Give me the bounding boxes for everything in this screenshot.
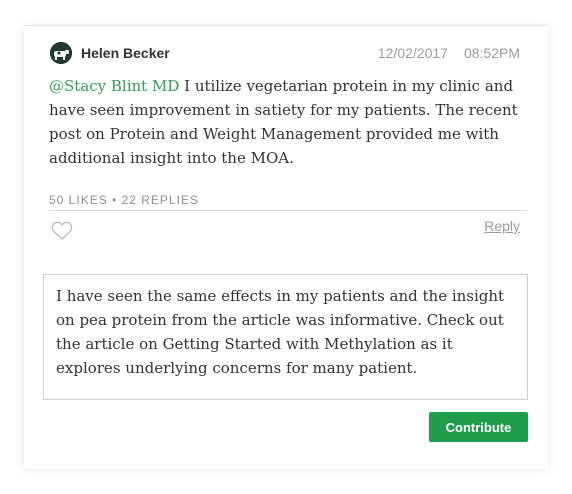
comment-header: Helen Becker 12/02/2017 08:52PM: [50, 42, 520, 64]
comment-text: @Stacy Blint MD I utilize vegetarian pro…: [49, 74, 519, 170]
comment-stats: 50 LIKES • 22 REPLIES: [49, 193, 199, 207]
mention-link[interactable]: @Stacy Blint MD: [49, 77, 179, 95]
contribute-button[interactable]: Contribute: [429, 412, 528, 442]
comment-date: 12/02/2017: [377, 45, 448, 61]
comment-time: 08:52PM: [463, 45, 520, 61]
likes-count: 50 LIKES: [49, 193, 108, 207]
reply-textarea[interactable]: I have seen the same effects in my patie…: [43, 274, 528, 400]
divider: [49, 210, 527, 211]
comment-meta: 12/02/2017 08:52PM: [378, 45, 520, 61]
cow-avatar-icon: [50, 42, 72, 64]
avatar[interactable]: [50, 42, 72, 64]
heart-icon[interactable]: [51, 221, 73, 241]
stats-separator: •: [107, 193, 122, 207]
comment-card: Helen Becker 12/02/2017 08:52PM @Stacy B…: [24, 25, 548, 469]
author-name[interactable]: Helen Becker: [81, 45, 170, 61]
replies-count[interactable]: 22 REPLIES: [122, 193, 199, 207]
reply-link[interactable]: Reply: [484, 218, 520, 234]
